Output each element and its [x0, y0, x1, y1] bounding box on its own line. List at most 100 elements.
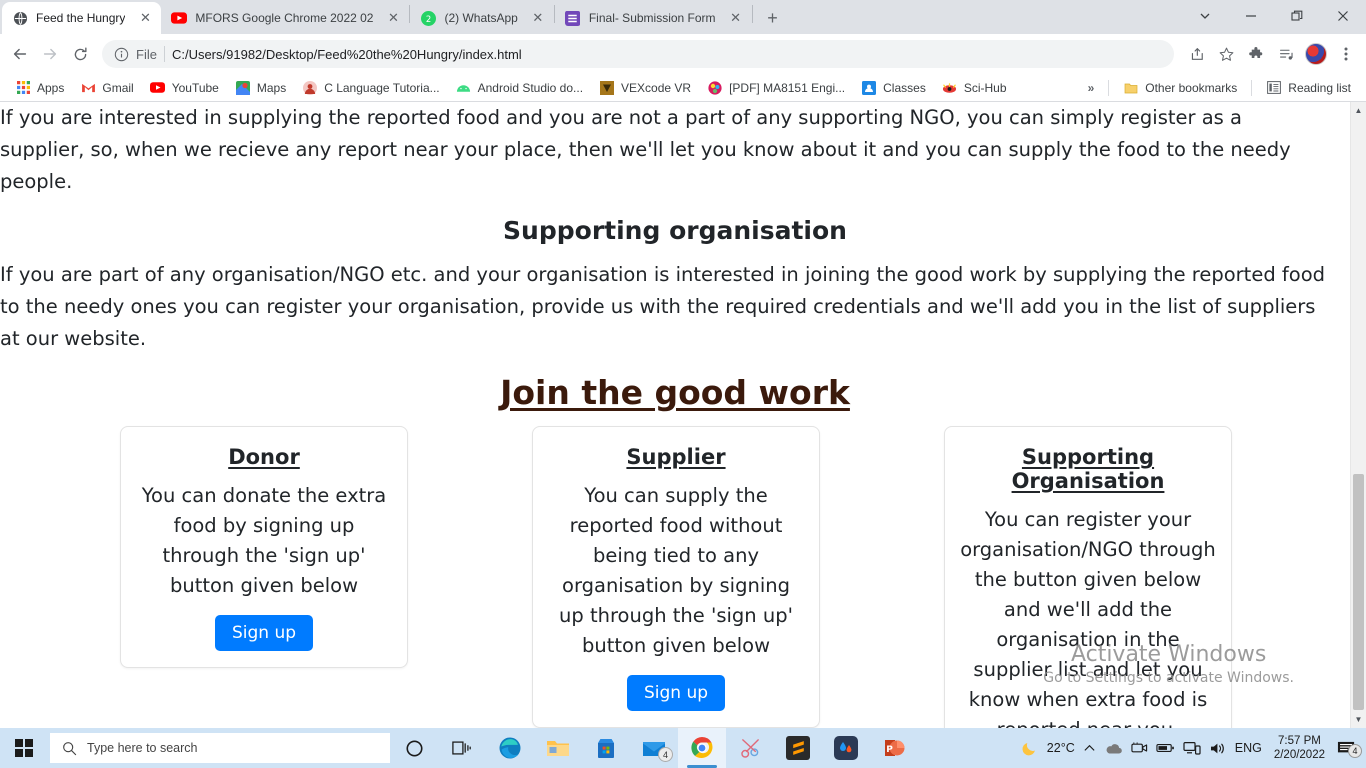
bookmark-label: Gmail	[102, 80, 134, 95]
close-icon[interactable]	[1320, 0, 1366, 32]
windows-taskbar: Type here to search 4 P 22°C ENG 7:57 PM…	[0, 728, 1366, 768]
bookmark-label: Maps	[256, 80, 287, 95]
taskbar-clock[interactable]: 7:57 PM 2/20/2022	[1270, 734, 1329, 762]
bookmark-youtube[interactable]: YouTube	[143, 77, 226, 99]
bookmark-gmail[interactable]: Gmail	[73, 77, 140, 99]
onedrive-cloud-icon[interactable]	[1104, 742, 1123, 755]
info-icon[interactable]	[114, 47, 129, 62]
taskbar-cortana-icon[interactable]	[390, 728, 438, 768]
bookmarks-bar-right: » Other bookmarks Reading list	[1081, 77, 1358, 99]
back-arrow-icon[interactable]	[6, 40, 34, 68]
close-icon[interactable]: ✕	[528, 8, 548, 28]
scrollbar-thumb[interactable]	[1353, 474, 1364, 710]
taskbar-file-explorer-icon[interactable]	[534, 728, 582, 768]
other-bookmarks-button[interactable]: Other bookmarks	[1116, 77, 1244, 99]
three-dot-menu-icon[interactable]	[1332, 40, 1360, 68]
section-heading-supporting-organisation: Supporting organisation	[503, 216, 847, 245]
tab-mfors-google-chrome[interactable]: MFORS Google Chrome 2022 02 ✕	[161, 2, 409, 34]
bookmark-label: Sci-Hub	[963, 80, 1007, 95]
google-maps-icon	[235, 80, 251, 96]
show-hidden-icons-icon[interactable]	[1083, 742, 1096, 755]
taskbar-powerpoint-icon[interactable]: P	[870, 728, 918, 768]
bookmark-label: Classes	[883, 80, 926, 95]
card-body: You can register your organisation/NGO t…	[960, 508, 1216, 728]
svg-text:P: P	[886, 745, 893, 755]
reading-list-button[interactable]: Reading list	[1259, 77, 1358, 99]
reading-list-icon	[1266, 80, 1282, 96]
taskbar-google-chrome-icon[interactable]	[678, 728, 726, 768]
network-icon[interactable]	[1183, 741, 1201, 755]
close-icon[interactable]: ✕	[135, 8, 155, 28]
restore-icon[interactable]	[1274, 0, 1320, 32]
android-icon	[456, 80, 472, 96]
minimize-icon[interactable]	[1228, 0, 1274, 32]
taskbar-mail-icon[interactable]: 4	[630, 728, 678, 768]
tab-final-submission-form[interactable]: Final- Submission Form ✕	[555, 2, 752, 34]
taskbar-sublime-text-icon[interactable]	[774, 728, 822, 768]
profile-avatar[interactable]	[1302, 40, 1330, 68]
bookmark-ma8151-pdf[interactable]: [PDF] MA8151 Engi...	[700, 77, 852, 99]
windows-start-icon[interactable]	[0, 728, 48, 768]
clock-date: 2/20/2022	[1273, 749, 1325, 761]
moon-icon	[1021, 739, 1039, 757]
search-placeholder: Type here to search	[87, 741, 198, 755]
tab-whatsapp[interactable]: 2 (2) WhatsApp ✕	[410, 2, 553, 34]
bookmarks-overflow-button[interactable]: »	[1081, 78, 1102, 98]
supplier-sign-up-button[interactable]: Sign up	[626, 675, 726, 711]
donor-sign-up-button[interactable]: Sign up	[214, 615, 314, 651]
page-scrollbar[interactable]: ▲ ▼	[1350, 102, 1366, 728]
bookmark-sci-hub[interactable]: Sci-Hub	[935, 77, 1014, 99]
bookmark-label: C Language Tutoria...	[324, 80, 440, 95]
url-text: C:/Users/91982/Desktop/Feed%20the%20Hung…	[171, 46, 522, 62]
bookmark-android-studio[interactable]: Android Studio do...	[449, 77, 590, 99]
card-supporting-organisation: Supporting Organisation You can register…	[944, 426, 1232, 728]
new-tab-button[interactable]: +	[759, 4, 787, 32]
scroll-down-arrow-icon[interactable]: ▼	[1351, 711, 1366, 728]
bookmark-maps[interactable]: Maps	[228, 77, 293, 99]
chevron-down-icon[interactable]	[1182, 0, 1228, 32]
bookmarks-bar: Apps Gmail YouTube Maps C Language Tutor	[0, 74, 1366, 102]
battery-icon[interactable]	[1156, 742, 1175, 754]
weather-temperature[interactable]: 22°C	[1047, 741, 1075, 755]
star-icon[interactable]	[1212, 40, 1240, 68]
notifications-icon[interactable]: 4	[1337, 740, 1362, 758]
address-bar[interactable]: File C:/Users/91982/Desktop/Feed%20the%2…	[102, 40, 1174, 68]
whatsapp-icon: 2	[420, 10, 436, 26]
bookmark-classes[interactable]: Classes	[854, 77, 933, 99]
web-page-content: If you are interested in supplying the r…	[0, 102, 1350, 728]
clock-time: 7:57 PM	[1278, 735, 1321, 747]
puzzle-icon[interactable]	[1242, 40, 1270, 68]
media-playlist-icon[interactable]	[1272, 40, 1300, 68]
card-body: You can donate the extra food by signing…	[141, 484, 387, 597]
camera-icon[interactable]	[1131, 741, 1148, 755]
share-icon[interactable]	[1182, 40, 1210, 68]
tab-feed-the-hungry[interactable]: Feed the Hungry ✕	[2, 2, 162, 34]
close-icon[interactable]: ✕	[383, 8, 403, 28]
reload-icon[interactable]	[66, 40, 94, 68]
mail-unread-badge: 4	[658, 747, 673, 762]
vex-icon	[599, 80, 615, 96]
google-forms-icon	[565, 10, 581, 26]
card-title: Donor	[228, 445, 300, 469]
bookmark-c-language-tutorial[interactable]: C Language Tutoria...	[295, 77, 446, 99]
forward-arrow-icon[interactable]	[36, 40, 64, 68]
taskbar-microsoft-store-icon[interactable]	[582, 728, 630, 768]
youtube-icon	[150, 80, 166, 96]
card-title: Supplier	[626, 445, 726, 469]
bookmark-vexcode-vr[interactable]: VEXcode VR	[592, 77, 698, 99]
scroll-up-arrow-icon[interactable]: ▲	[1351, 102, 1366, 119]
taskbar-snipping-tool-icon[interactable]	[726, 728, 774, 768]
card-donor: Donor You can donate the extra food by s…	[120, 426, 408, 668]
taskbar-task-view-icon[interactable]	[438, 728, 486, 768]
divider	[1108, 79, 1110, 96]
taskbar-search-input[interactable]: Type here to search	[50, 733, 390, 763]
language-indicator[interactable]: ENG	[1235, 741, 1262, 755]
close-icon[interactable]: ✕	[726, 8, 746, 28]
taskbar-paint-3d-icon[interactable]	[822, 728, 870, 768]
notifications-badge: 4	[1348, 744, 1362, 758]
bookmark-apps[interactable]: Apps	[8, 77, 71, 99]
taskbar-microsoft-edge-icon[interactable]	[486, 728, 534, 768]
supporting-organisation-paragraph: If you are part of any organisation/NGO …	[0, 263, 1326, 350]
volume-icon[interactable]	[1209, 741, 1227, 756]
tab-title: Feed the Hungry	[36, 11, 126, 25]
